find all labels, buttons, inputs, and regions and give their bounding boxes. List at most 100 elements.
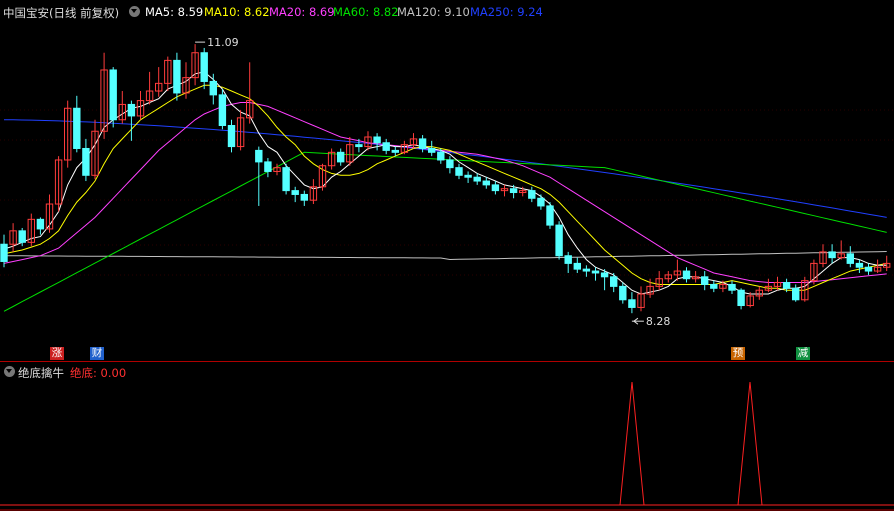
candlestick-chart[interactable]: 11.09 8.28	[0, 0, 894, 362]
ma250-line	[4, 119, 887, 218]
candle	[555, 221, 563, 260]
candle-body	[209, 80, 218, 96]
candle	[819, 244, 827, 268]
candle-body	[473, 176, 481, 182]
candle	[36, 217, 45, 235]
candle	[145, 71, 154, 105]
candle	[455, 163, 463, 180]
candle	[45, 194, 54, 233]
candle	[655, 271, 663, 291]
candle-body	[446, 159, 454, 169]
candle	[610, 272, 618, 293]
indicator-header: 绝底擒牛 绝底: 0.00	[0, 363, 894, 381]
candle	[118, 91, 126, 124]
event-tag-zhang[interactable]: 涨	[50, 347, 64, 360]
low-label: 8.28	[646, 315, 671, 328]
candle-body	[300, 193, 309, 201]
candle	[27, 213, 36, 247]
ma5-line	[3, 71, 887, 295]
candle-body	[619, 285, 627, 301]
candle-body	[792, 287, 800, 301]
candle	[246, 62, 254, 124]
candle-body	[227, 125, 236, 148]
candle	[155, 67, 163, 97]
candle-body	[428, 147, 436, 153]
candle-body	[582, 268, 591, 272]
candle	[491, 181, 500, 195]
candle	[728, 280, 736, 295]
candle	[591, 267, 600, 281]
event-tag-cai[interactable]: 财	[90, 347, 104, 360]
candle	[264, 158, 272, 178]
candle-body	[337, 151, 345, 163]
candle	[428, 140, 436, 157]
candle	[337, 148, 345, 166]
candle-body	[373, 136, 381, 144]
candle-body	[555, 224, 563, 257]
candle-body	[591, 270, 600, 274]
candle-body	[782, 282, 791, 289]
candle	[300, 190, 309, 206]
candle	[282, 163, 290, 195]
candle	[764, 278, 773, 293]
signal-spike	[737, 381, 763, 506]
chevron-down-icon[interactable]	[4, 366, 15, 377]
candle-body	[728, 283, 736, 291]
candle-body	[455, 167, 463, 176]
signal-spike	[619, 381, 645, 506]
candle	[573, 257, 581, 273]
candle	[218, 89, 227, 130]
candle	[200, 47, 208, 90]
candle-body	[109, 69, 117, 121]
candle	[91, 119, 99, 180]
candle-body	[528, 190, 536, 199]
candle	[637, 286, 645, 312]
candle-body	[482, 180, 491, 186]
candle	[664, 271, 672, 283]
candle	[209, 73, 218, 105]
candle-body	[264, 161, 272, 172]
ma10-line	[3, 84, 887, 291]
candle-body	[200, 52, 208, 82]
candle	[528, 186, 536, 203]
candle-body	[82, 147, 90, 176]
ma60-line	[3, 151, 887, 312]
candle-body	[18, 230, 26, 243]
candle	[182, 62, 190, 99]
candle-body	[218, 94, 227, 127]
candle	[227, 119, 236, 153]
candle	[792, 284, 800, 302]
candle	[382, 138, 390, 155]
candle-body	[437, 151, 445, 161]
candle	[737, 288, 745, 310]
candle	[482, 177, 491, 189]
candle	[191, 44, 199, 86]
candle-body	[546, 205, 554, 226]
candle	[537, 194, 545, 210]
candle	[546, 202, 554, 229]
candle-body	[855, 262, 864, 268]
candle	[9, 223, 17, 252]
candle-body	[464, 174, 472, 178]
candle	[855, 259, 864, 273]
candle-body	[701, 276, 709, 285]
candle	[500, 184, 509, 197]
candle	[564, 251, 572, 273]
candle-body	[382, 142, 390, 151]
event-tag-jian[interactable]: 减	[796, 347, 810, 360]
candle	[473, 173, 481, 185]
candle-body	[282, 167, 290, 192]
candle	[255, 146, 263, 206]
candle-body	[0, 243, 8, 262]
candle	[73, 95, 81, 153]
candle-body	[573, 262, 581, 270]
candle	[883, 255, 891, 272]
candle	[409, 133, 418, 149]
candle	[82, 138, 90, 182]
event-tag-yu[interactable]: 预	[731, 347, 745, 360]
candle-body	[610, 276, 618, 287]
candle-body	[737, 289, 745, 307]
candle-body	[127, 103, 136, 117]
candle	[64, 100, 72, 168]
candle	[54, 156, 63, 212]
